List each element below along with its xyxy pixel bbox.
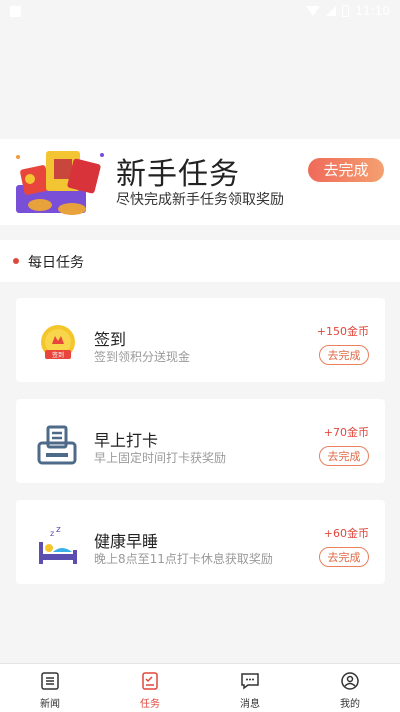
task-reward: +150金币 [316, 325, 369, 338]
punch-clock-icon [37, 425, 77, 465]
task-go-button[interactable]: 去完成 [319, 345, 369, 365]
signal-icon [326, 6, 337, 16]
svg-text:z: z [50, 529, 54, 538]
task-title: 早上打卡 [94, 431, 159, 450]
banner-go-complete-button[interactable]: 去完成 [308, 158, 384, 182]
daily-tasks-header: 每日任务 [0, 240, 400, 282]
status-time: 11:10 [355, 4, 390, 18]
task-card-morning-checkin[interactable]: 早上打卡 早上固定时间打卡获奖励 +70金币 去完成 [16, 399, 385, 483]
task-reward: +60金币 [323, 527, 369, 540]
banner-subtitle: 尽快完成新手任务领取奖励 [116, 192, 284, 208]
tab-label: 新闻 [40, 699, 60, 710]
battery-icon [342, 5, 350, 17]
banner-title: 新手任务 [116, 157, 240, 192]
tab-profile[interactable]: 我的 [300, 664, 400, 712]
task-desc: 晚上8点至11点打卡休息获取奖励 [94, 552, 273, 566]
news-icon [41, 672, 59, 690]
task-title: 签到 [94, 330, 127, 349]
task-title: 健康早睡 [94, 532, 159, 551]
section-dot [13, 258, 19, 264]
message-icon [241, 673, 259, 690]
sign-in-badge-icon: 签到 [41, 325, 75, 359]
task-card-sign-in[interactable]: 签到 签到 签到领积分送现金 +150金币 去完成 [16, 298, 385, 382]
status-icons: 11:10 [306, 4, 390, 18]
task-reward: +70金币 [323, 426, 369, 439]
profile-icon [341, 672, 359, 690]
tab-label: 我的 [340, 699, 360, 710]
tab-label: 消息 [240, 699, 260, 710]
wifi-icon [306, 6, 321, 16]
gift-box-illustration [16, 151, 104, 215]
notification-icon [10, 6, 21, 17]
svg-text:签到: 签到 [52, 351, 64, 359]
task-go-button[interactable]: 去完成 [319, 446, 369, 466]
task-desc: 签到领积分送现金 [94, 350, 191, 364]
task-go-button[interactable]: 去完成 [319, 547, 369, 567]
task-icon [142, 672, 158, 690]
tab-tasks[interactable]: 任务 [100, 664, 200, 712]
sleep-bed-icon: z z [39, 525, 77, 564]
svg-text:z: z [56, 525, 61, 535]
tab-news[interactable]: 新闻 [0, 664, 100, 712]
task-desc: 早上固定时间打卡获奖励 [94, 451, 227, 465]
tab-label: 任务 [140, 699, 160, 710]
newbie-task-banner[interactable]: 新手任务 尽快完成新手任务领取奖励 [0, 139, 400, 225]
bottom-tab-bar: 新闻 任务 消息 我的 [0, 663, 400, 712]
task-card-early-sleep[interactable]: z z 健康早睡 晚上8点至11点打卡休息获取奖励 +60金币 去完成 [16, 500, 385, 584]
section-title: 每日任务 [28, 255, 84, 271]
tab-messages[interactable]: 消息 [200, 664, 300, 712]
status-bar: 11:10 [0, 0, 400, 24]
